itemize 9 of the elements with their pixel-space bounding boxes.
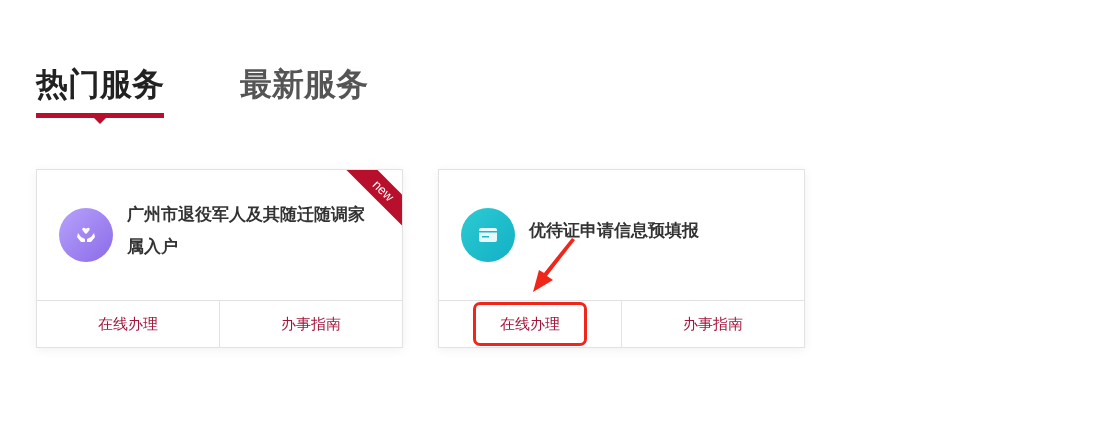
tab[interactable]: 最新服务 <box>240 64 368 124</box>
tab[interactable]: 热门服务 <box>36 64 164 124</box>
action-link[interactable]: 办事指南 <box>257 304 365 344</box>
service-title: 优待证申请信息预填报 <box>529 219 699 242</box>
arrow-annotation <box>531 238 577 294</box>
action-link[interactable]: 办事指南 <box>659 304 767 344</box>
action-link[interactable]: 在线办理 <box>74 304 182 344</box>
card-icon <box>461 208 515 262</box>
action-link[interactable]: 在线办理 <box>476 304 584 344</box>
